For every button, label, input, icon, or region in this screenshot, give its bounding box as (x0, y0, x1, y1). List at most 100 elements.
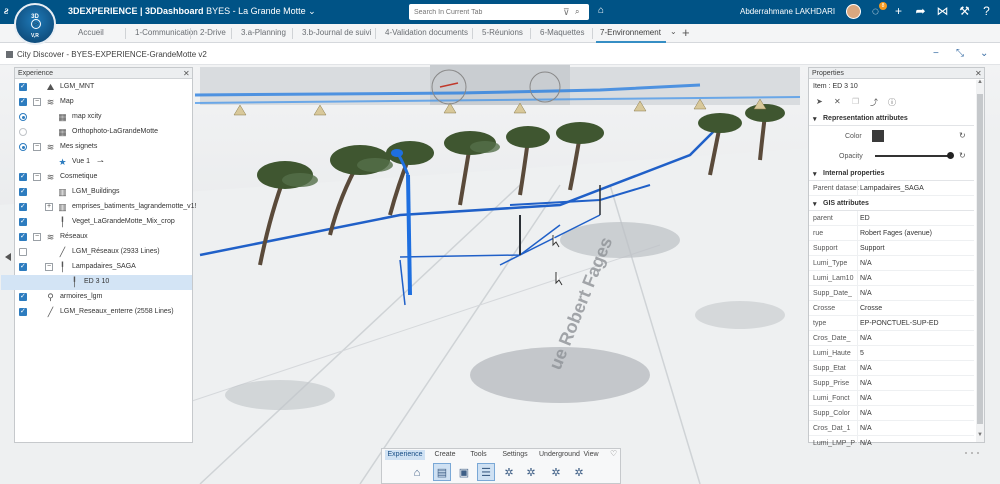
tool-a-button[interactable]: ✲ (500, 463, 518, 481)
visibility-checkbox[interactable] (19, 187, 27, 196)
share-icon[interactable]: ⤴ (870, 97, 878, 108)
tree-item[interactable]: ╱ LGM_Réseaux (2933 Lines) (1, 245, 192, 260)
tab-drive[interactable]: 2-Drive (200, 28, 226, 37)
avatar[interactable] (846, 4, 861, 19)
collapse-icon[interactable]: ⤡ (956, 48, 964, 59)
visibility-checkbox[interactable] (19, 307, 27, 316)
tool-d-button[interactable]: ✲ (570, 463, 588, 481)
visibility-checkbox[interactable] (19, 262, 27, 271)
tree-item[interactable]: ╿ ED 3 10 (1, 275, 192, 290)
chevron-down-icon[interactable]: ⌄ (308, 6, 316, 16)
action-bar-tab[interactable]: Settings (495, 450, 535, 460)
user-name[interactable]: Abderrahmane LAKHDARI (740, 7, 835, 16)
tree-item[interactable]: ★ Vue 1 ⇀ (1, 155, 192, 170)
close-icon[interactable]: ✕ (975, 68, 982, 79)
property-key: Cros_Date_ (813, 335, 851, 342)
action-bar-tab[interactable]: Tools (466, 450, 491, 460)
tool-c-button[interactable]: ✲ (547, 463, 565, 481)
visibility-checkbox[interactable] (19, 232, 27, 241)
visibility-checkbox[interactable] (19, 217, 27, 226)
scroll-down-icon[interactable]: ▼ (977, 432, 983, 438)
collapse-icon[interactable]: − (33, 173, 41, 181)
compass-button[interactable]: 3D ▷ V,R (14, 3, 56, 45)
minimize-icon[interactable]: − (933, 48, 939, 59)
search-icon[interactable]: ⌕ (575, 6, 585, 18)
tree-item[interactable]: −≋ Cosmetique (1, 170, 192, 185)
network-icon[interactable]: ⋈ (935, 4, 950, 19)
visibility-checkbox[interactable] (19, 202, 27, 211)
tab-maquettes[interactable]: 6-Maquettes (540, 28, 584, 37)
more-options-icon[interactable]: ⌄ (980, 48, 988, 59)
tab-reunions[interactable]: 5-Réunions (482, 28, 523, 37)
tree-item[interactable]: ⚲ armoires_lgm (1, 290, 192, 305)
radio-button[interactable] (19, 128, 27, 136)
chevron-down-icon[interactable]: ⌄ (670, 27, 677, 36)
tool-b-button[interactable]: ✲ (522, 463, 540, 481)
tree-item[interactable]: ▦ map xcity (1, 110, 192, 125)
visibility-checkbox[interactable] (19, 248, 27, 256)
section-representation[interactable]: ▾ Representation attributes (809, 111, 974, 126)
dashboard-name[interactable]: BYES - La Grande Motte (206, 6, 306, 16)
section-gis[interactable]: ▾ GIS attributes (809, 196, 974, 211)
filter-icon[interactable]: ⊽ (563, 6, 573, 18)
collapse-icon[interactable]: − (33, 143, 41, 151)
tree-item[interactable]: −≋ Map (1, 95, 192, 110)
close-icon[interactable]: ✕ (183, 68, 190, 79)
info-icon[interactable]: ⓘ (888, 97, 896, 108)
tree-item[interactable]: ▥ LGM_Buildings (1, 185, 192, 200)
scrollbar[interactable] (976, 80, 984, 442)
tab-validation[interactable]: 4-Validation documents (385, 28, 468, 37)
scrollbar-thumb[interactable] (977, 94, 983, 424)
tree-item[interactable]: ╿ Veget_LaGrandeMotte_Mix_crop (1, 215, 192, 230)
image-layer-button[interactable]: ▣ (455, 463, 473, 481)
reset-icon[interactable]: ↻ (959, 151, 966, 160)
tab-planning[interactable]: 3.a-Planning (241, 28, 286, 37)
search-input[interactable] (414, 6, 544, 18)
tree-item[interactable]: ▦ Orthophoto-LaGrandeMotte (1, 125, 192, 140)
opacity-slider-track[interactable] (875, 152, 954, 159)
heart-icon[interactable]: ♡ (610, 449, 617, 458)
action-bar-tab[interactable]: Underground (539, 450, 580, 460)
tag-icon[interactable]: ⌂ (598, 5, 610, 19)
reset-icon[interactable]: ↻ (959, 131, 966, 140)
action-bar-tab[interactable]: Experience (385, 450, 425, 460)
visibility-checkbox[interactable] (19, 172, 27, 181)
expand-icon[interactable]: + (45, 203, 53, 211)
help-icon[interactable]: ? (979, 4, 994, 19)
action-bar-tab[interactable]: View (580, 450, 602, 460)
scroll-up-icon[interactable]: ▲ (977, 79, 983, 85)
share-icon[interactable]: ➦ (913, 4, 928, 19)
tab-environnement[interactable]: 7-Environnement (600, 28, 661, 37)
go-to-icon[interactable]: ⇀ (97, 157, 104, 166)
visibility-checkbox[interactable] (19, 97, 27, 106)
action-bar-tab[interactable]: Create (429, 450, 461, 460)
collapse-icon[interactable]: − (45, 263, 53, 271)
tab-journal[interactable]: 3.b-Journal de suivi (302, 28, 371, 37)
tab-accueil[interactable]: Accueil (78, 28, 104, 37)
tree-item[interactable]: −≋ Réseaux (1, 230, 192, 245)
add-tab-icon[interactable]: + (682, 25, 690, 40)
add-icon[interactable]: + (891, 4, 906, 19)
collapse-icon[interactable]: − (33, 233, 41, 241)
tree-item[interactable]: ╱ LGM_Reseaux_enterre (2558 Lines) (1, 305, 192, 320)
section-internal[interactable]: ▾ Internal properties (809, 166, 974, 181)
radio-button[interactable] (19, 143, 27, 151)
radio-button[interactable] (19, 113, 27, 121)
tools-icon[interactable]: ⚒ (957, 4, 972, 19)
delete-icon[interactable]: ✕ (834, 97, 841, 106)
properties-panel-button[interactable]: ☰ (477, 463, 495, 481)
home-view-button[interactable]: ⌂ (408, 463, 426, 481)
locate-icon[interactable]: ➤ (816, 97, 823, 106)
collapse-icon[interactable]: − (33, 98, 41, 106)
visibility-checkbox[interactable] (19, 82, 27, 91)
opacity-slider-thumb[interactable] (947, 152, 954, 159)
tree-item[interactable]: + ▥ emprises_batiments_lagrandemotte_v1! (1, 200, 197, 215)
visibility-checkbox[interactable] (19, 292, 27, 301)
tree-item[interactable]: − ≋ Mes signets (1, 140, 192, 155)
play-icon[interactable]: ▷ (31, 19, 41, 29)
tree-item[interactable]: −╿ Lampadaires_SAGA (1, 260, 192, 275)
tree-item[interactable]: ⛰ LGM_MNT (1, 80, 192, 95)
color-swatch[interactable] (872, 130, 884, 142)
experience-panel-button[interactable]: ▤ (433, 463, 451, 481)
tab-communication[interactable]: 1-Communication (135, 28, 198, 37)
